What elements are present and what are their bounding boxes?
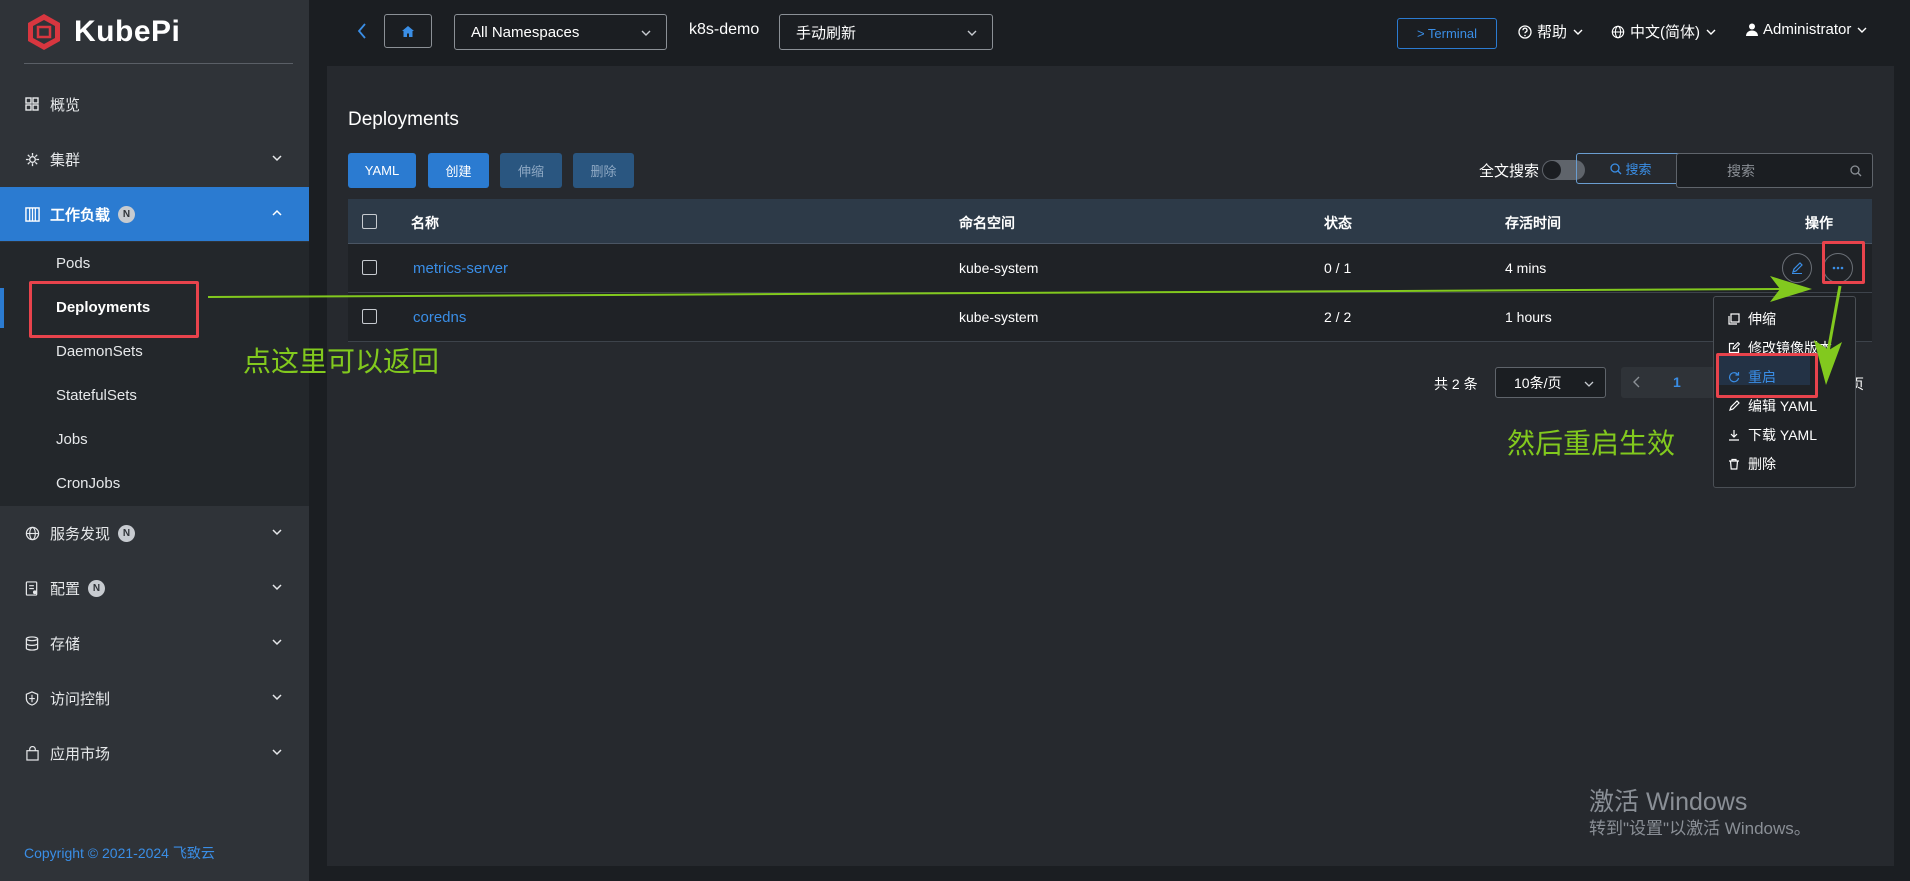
windows-watermark-subtitle: 转到"设置"以激活 Windows。 bbox=[1589, 819, 1811, 838]
windows-watermark-title: 激活 Windows bbox=[1589, 788, 1748, 816]
annotation-back-hint: 点这里可以返回 bbox=[243, 346, 440, 377]
annotation-restart-hint: 然后重启生效 bbox=[1507, 428, 1676, 459]
